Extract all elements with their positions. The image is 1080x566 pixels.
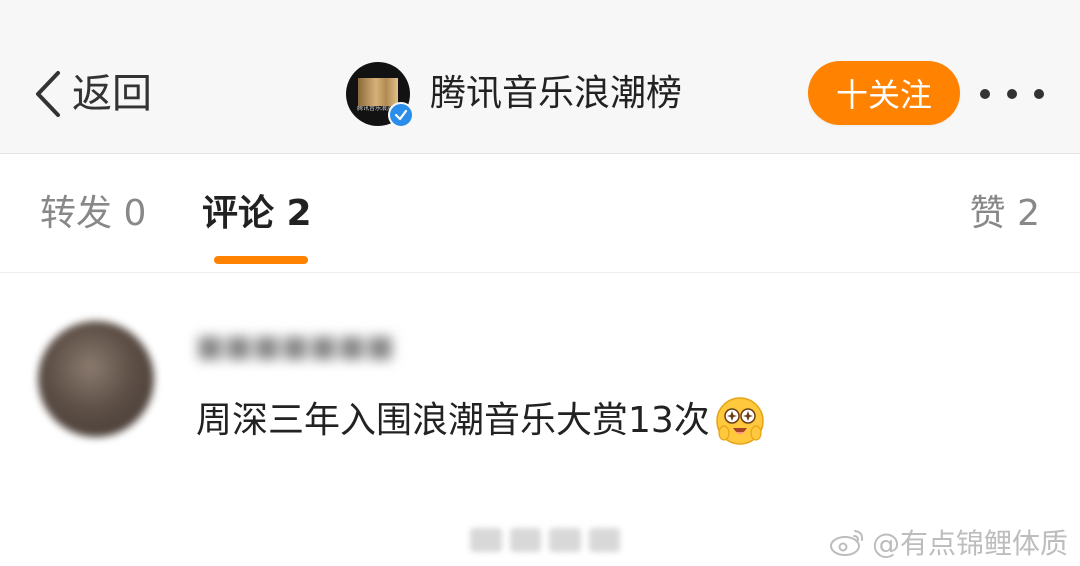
weibo-watermark: @有点锦鲤体质 — [828, 524, 1068, 560]
commenter-avatar[interactable] — [38, 321, 154, 437]
star-eyed-emoji-icon — [716, 397, 764, 445]
comment-text: 周深三年入围浪潮音乐大赏13次 — [196, 395, 766, 447]
back-label: 返回 — [72, 71, 152, 117]
more-options-button[interactable] — [980, 70, 1044, 118]
chevron-left-icon — [36, 71, 60, 117]
ellipsis-icon — [980, 89, 990, 99]
weibo-logo-icon — [829, 530, 864, 556]
verified-badge-icon — [388, 102, 414, 128]
commenter-username[interactable]: ■■■■■■■ — [196, 329, 394, 369]
account-avatar[interactable]: 腾讯音乐浪潮榜 — [346, 62, 414, 128]
watermark-text: @有点锦鲤体质 — [871, 527, 1068, 560]
post-tabs: 转发 0 评论 2 赞 2 — [0, 154, 1080, 273]
tab-comment[interactable]: 评论 2 — [202, 196, 312, 232]
active-tab-indicator — [214, 256, 308, 264]
tab-repost[interactable]: 转发 0 — [40, 196, 146, 232]
blurred-content — [470, 528, 620, 552]
back-button[interactable]: 返回 — [30, 62, 152, 126]
account-name[interactable]: 腾讯音乐浪潮榜 — [430, 76, 682, 112]
top-nav-bar: 返回 腾讯音乐浪潮榜 腾讯音乐浪潮榜 十关注 — [0, 0, 1080, 154]
follow-button[interactable]: 十关注 — [808, 61, 960, 125]
ellipsis-icon — [1007, 89, 1017, 99]
comment-body: 周深三年入围浪潮音乐大赏13次 — [196, 400, 710, 442]
comment-item[interactable]: ■■■■■■■ 周深三年入围浪潮音乐大赏13次 — [0, 273, 1080, 503]
account-info[interactable]: 腾讯音乐浪潮榜 腾讯音乐浪潮榜 — [346, 62, 682, 128]
ellipsis-icon — [1034, 89, 1044, 99]
account-logo — [358, 78, 398, 106]
tab-like[interactable]: 赞 2 — [970, 196, 1040, 232]
